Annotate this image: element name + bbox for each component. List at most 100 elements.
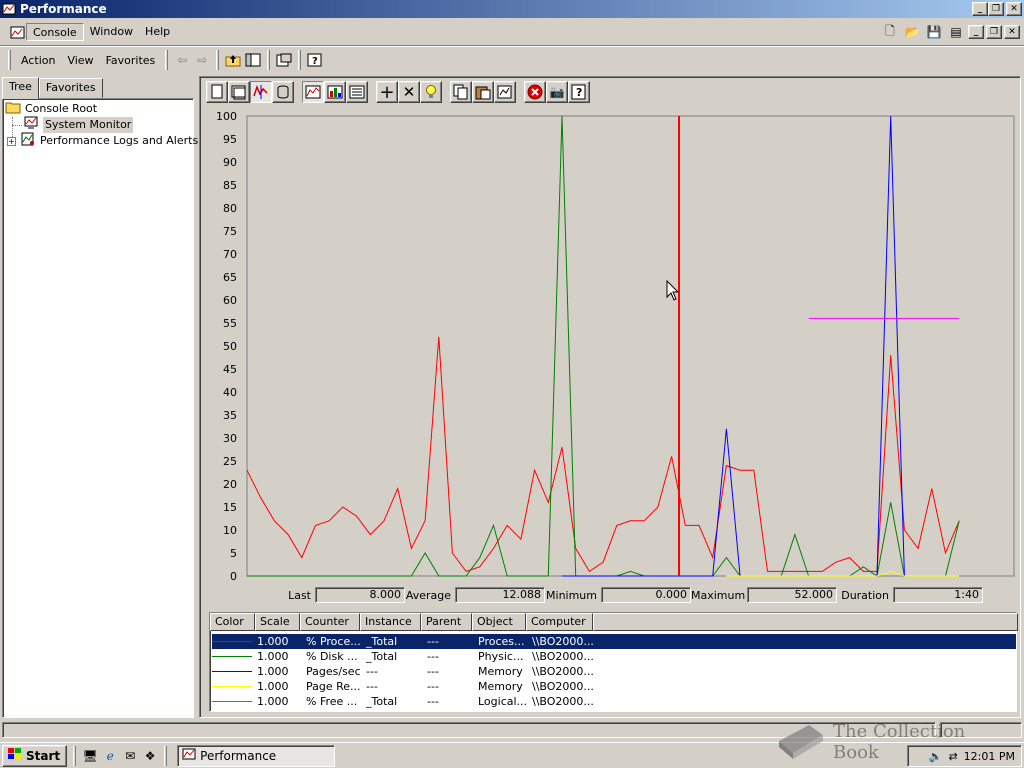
menu-view[interactable]: View <box>61 54 99 67</box>
legend-row[interactable]: 1.000 Page Re... --- --- Memory \\BO2000... <box>212 679 1016 694</box>
tree-node-console-root[interactable]: Console Root <box>5 101 97 117</box>
watermark: The Collection Book <box>775 720 1015 764</box>
legend-header-instance[interactable]: Instance <box>360 613 421 631</box>
legend-row[interactable]: 1.000 % Free ... _Total --- Logical... \\BO20… <box>212 694 1016 709</box>
counter-legend[interactable]: Color Scale Counter Instance Parent Obje… <box>209 612 1018 712</box>
stat-last-value: 8.000 <box>315 587 405 603</box>
y-tick-label: 0 <box>230 570 237 583</box>
menu-help[interactable]: Help <box>139 23 176 41</box>
legend-header-scale[interactable]: Scale <box>255 613 300 631</box>
y-tick-label: 80 <box>223 202 237 215</box>
outlook-express-icon[interactable]: ✉ <box>120 747 140 765</box>
close-icon[interactable]: ✕ <box>1006 2 1022 16</box>
legend-row[interactable]: 1.000 % Proce... _Total --- Proces... \\BO200… <box>211 633 1017 650</box>
legend-cell-computer: \\BO2000... <box>532 680 594 693</box>
window-title: Performance <box>20 2 107 16</box>
y-tick-label: 5 <box>230 547 237 560</box>
child-close-icon[interactable]: ✕ <box>1004 25 1020 39</box>
view-histogram-icon[interactable] <box>324 81 346 103</box>
highlight-icon[interactable] <box>420 81 442 103</box>
legend-cell-instance: --- <box>366 680 378 693</box>
tab-tree[interactable]: Tree <box>2 77 39 99</box>
title-bar[interactable]: Performance _ ❐ ✕ <box>0 0 1024 18</box>
forward-icon[interactable]: ⇨ <box>192 51 212 69</box>
perf-logs-icon <box>20 132 36 151</box>
svg-text:?: ? <box>312 56 318 67</box>
show-desktop-icon[interactable]: 🖥 <box>80 747 100 765</box>
child-minimize-icon[interactable]: _ <box>968 25 984 39</box>
legend-header-parent[interactable]: Parent <box>421 613 472 631</box>
legend-cell-instance: _Total <box>366 650 398 663</box>
tree-view[interactable]: Console Root System Monitor + Performanc… <box>2 98 198 718</box>
legend-cell-scale: 1.000 <box>257 650 289 663</box>
view-report-icon[interactable] <box>346 81 368 103</box>
tree-node-perf-logs[interactable]: + Performance Logs and Alerts <box>7 132 198 151</box>
expand-plus-icon[interactable]: + <box>7 136 16 146</box>
menu-favorites[interactable]: Favorites <box>100 54 162 67</box>
legend-color-swatch <box>212 694 257 709</box>
delete-counter-icon[interactable]: ✕ <box>398 81 420 103</box>
legend-cell-parent: --- <box>427 695 439 708</box>
legend-line-sample <box>212 701 252 702</box>
paste-counter-list-icon[interactable] <box>472 81 494 103</box>
help-icon[interactable]: ? <box>305 51 325 69</box>
tree-node-system-monitor[interactable]: System Monitor <box>23 116 134 133</box>
quicklaunch-app-icon[interactable]: ❖ <box>140 747 160 765</box>
internet-explorer-icon[interactable]: ℯ <box>100 747 120 765</box>
view-graph-icon[interactable] <box>302 81 324 103</box>
up-one-level-icon[interactable] <box>223 51 243 69</box>
stat-minimum-value: 0.000 <box>601 587 691 603</box>
legend-header-object[interactable]: Object <box>472 613 526 631</box>
child-restore-icon[interactable]: ❐ <box>986 25 1002 39</box>
help-icon[interactable]: ? <box>568 81 590 103</box>
tab-favorites[interactable]: Favorites <box>38 78 103 98</box>
y-tick-label: 75 <box>223 225 237 238</box>
y-tick-label: 45 <box>223 363 237 376</box>
menu-action[interactable]: Action <box>15 54 61 67</box>
minimize-icon[interactable]: _ <box>972 2 988 16</box>
show-hide-tree-icon[interactable] <box>243 51 263 69</box>
menu-console[interactable]: Console <box>26 23 84 41</box>
legend-cell-parent: --- <box>427 680 439 693</box>
folder-icon <box>5 100 21 119</box>
legend-cell-computer: \\BO2000... <box>532 635 594 648</box>
open-icon[interactable]: 📂 <box>902 23 922 41</box>
legend-header-color[interactable]: Color <box>210 613 255 631</box>
legend-header-computer[interactable]: Computer <box>526 613 593 631</box>
view-log-data-icon[interactable] <box>272 81 294 103</box>
y-tick-label: 70 <box>223 248 237 261</box>
legend-header-counter[interactable]: Counter <box>300 613 360 631</box>
performance-graph[interactable]: 1009590858075706560555045403530252015105… <box>205 110 1017 584</box>
restore-icon[interactable]: ❐ <box>988 2 1004 16</box>
save-icon[interactable]: 💾 <box>924 23 944 41</box>
add-counter-icon[interactable]: + <box>376 81 398 103</box>
new-counter-set-icon[interactable] <box>206 81 228 103</box>
legend-cell-object: Proces... <box>478 635 525 648</box>
freeze-display-icon[interactable] <box>524 81 546 103</box>
properties-icon[interactable] <box>274 51 294 69</box>
y-tick-label: 20 <box>223 478 237 491</box>
menu-window[interactable]: Window <box>84 23 139 41</box>
svg-text:?: ? <box>576 86 582 99</box>
legend-cell-computer: \\BO2000... <box>532 665 594 678</box>
taskbar-performance-button[interactable]: Performance <box>177 744 336 767</box>
copy-properties-icon[interactable] <box>450 81 472 103</box>
legend-row[interactable]: 1.000 % Disk ... _Total --- Physic... \\BO200… <box>212 649 1016 664</box>
legend-row[interactable]: 1.000 Pages/sec --- --- Memory \\BO2000... <box>212 664 1016 679</box>
legend-cell-instance: _Total <box>366 695 398 708</box>
legend-cell-instance: _Total <box>366 635 398 648</box>
y-tick-label: 95 <box>223 133 237 146</box>
new-window-icon[interactable]: ▤ <box>946 23 966 41</box>
legend-cell-parent: --- <box>427 635 439 648</box>
new-icon[interactable]: 🗋 <box>880 23 900 41</box>
clear-display-icon[interactable] <box>228 81 250 103</box>
legend-line-sample <box>212 641 252 642</box>
monitor-properties-icon[interactable] <box>494 81 516 103</box>
console-icon[interactable] <box>10 25 25 39</box>
start-button[interactable]: Start <box>2 744 68 767</box>
back-icon[interactable]: ⇦ <box>172 51 192 69</box>
view-current-activity-icon[interactable] <box>250 81 272 103</box>
legend-color-swatch <box>212 634 257 649</box>
tree-node-label: System Monitor <box>43 117 134 133</box>
update-data-icon[interactable]: 📷 <box>546 81 568 103</box>
